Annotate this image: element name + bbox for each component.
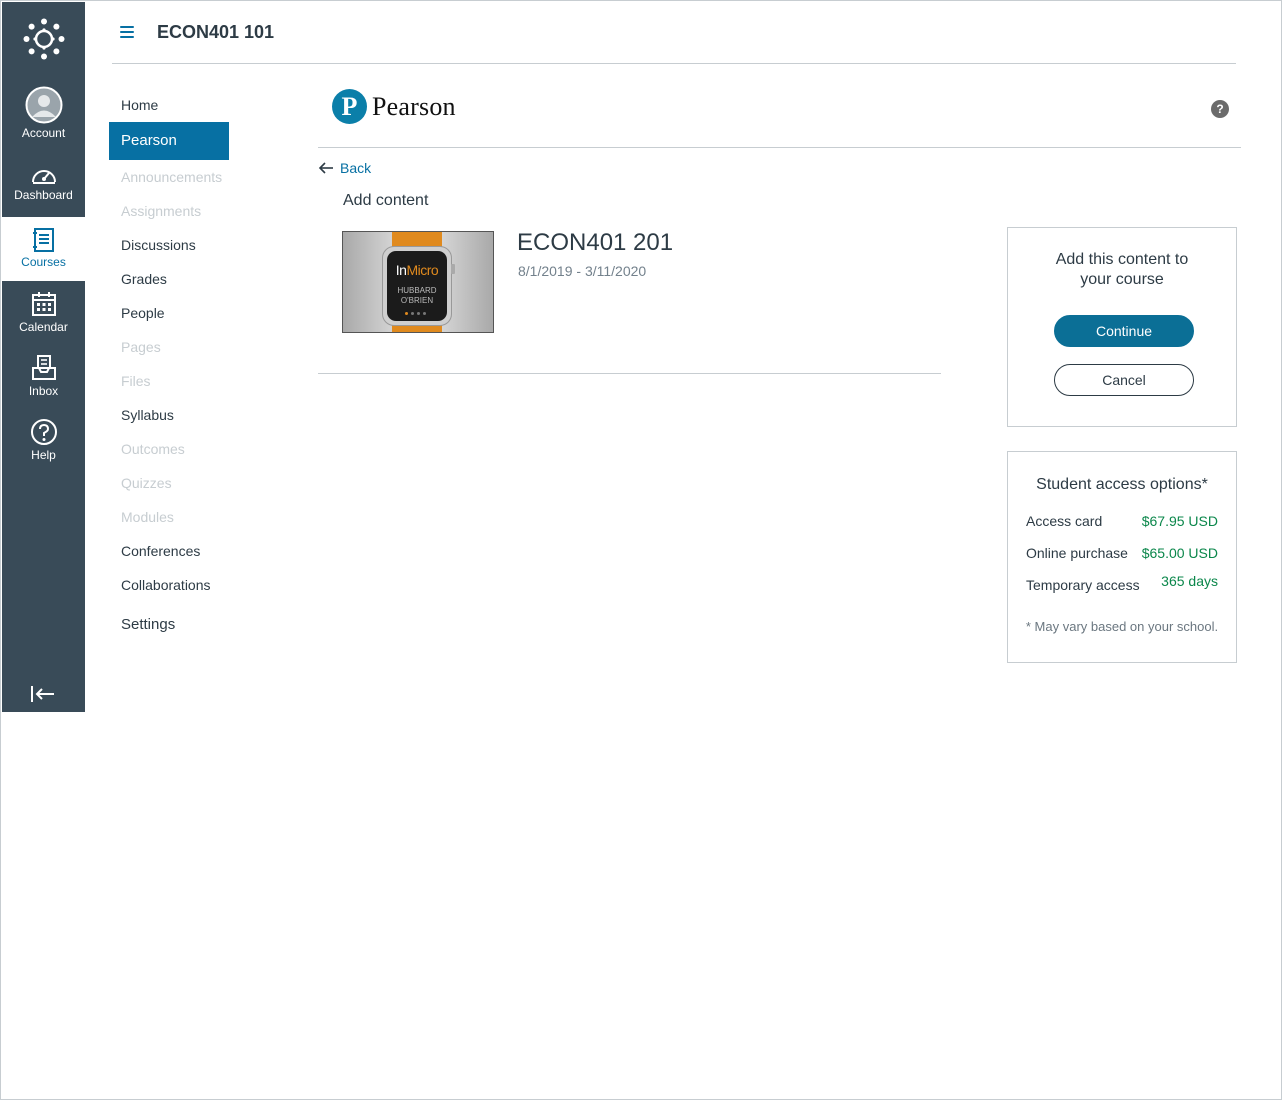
add-panel-title: Add this content to your course [1055,251,1189,288]
cover-authors: HUBBARD O'BRIEN [387,286,447,306]
watch-crown [451,264,455,274]
global-nav-account[interactable]: Account [2,86,85,140]
cover-brand-micro: Micro [406,262,439,278]
course-nav-outcomes: Outcomes [121,441,185,457]
course-nav-pages: Pages [121,339,161,355]
global-nav-courses[interactable]: Courses [2,217,85,281]
cover-brand: InMicro [387,262,447,278]
help-icon [30,419,57,445]
product-title: ECON401 201 [517,229,674,256]
continue-button[interactable]: Continue [1054,315,1194,347]
access-row-value: $65.00 USD [1141,545,1218,561]
student-access-panel: Student access options* Access card $67.… [1007,451,1237,663]
dashboard-icon [31,170,56,184]
course-nav-people[interactable]: People [109,296,229,330]
global-nav: Account Dashboard Courses Calendar Inbox… [2,2,85,712]
global-nav-label: Calendar [19,320,68,334]
hamburger-menu-icon[interactable] [120,26,134,38]
access-row-value: 365 days [1161,573,1218,589]
course-nav-settings[interactable]: Settings [109,608,229,642]
course-nav-modules: Modules [121,509,174,525]
pearson-logo-letter: P [341,92,358,121]
global-nav-label: Courses [21,255,66,269]
cancel-button[interactable]: Cancel [1054,364,1194,396]
course-nav-assignments: Assignments [121,203,202,219]
canvas-logo-icon[interactable] [23,18,65,60]
global-nav-dashboard[interactable]: Dashboard [2,164,85,202]
global-nav-label: Inbox [28,384,59,398]
pearson-header: P Pearson ? [318,84,1241,148]
cover-author-1: HUBBARD [397,286,437,295]
product-cover-image: InMicro HUBBARD O'BRIEN [342,231,494,333]
course-title: ECON401 101 [157,22,275,42]
cover-page-dots [405,312,426,315]
access-row-label: Online purchase [1026,545,1128,561]
access-row-value: $67.95 USD [1141,513,1218,529]
global-nav-inbox[interactable]: Inbox [2,354,85,398]
arrow-left-icon [318,162,333,174]
course-nav-syllabus[interactable]: Syllabus [109,398,229,432]
course-nav-pearson[interactable]: Pearson [109,122,229,160]
add-content-panel: Add this content to your course Continue… [1007,227,1237,427]
global-nav-calendar[interactable]: Calendar [2,290,85,334]
global-nav-help[interactable]: Help [2,418,85,462]
cover-author-2: O'BRIEN [400,296,434,305]
courses-icon [32,228,54,252]
course-header: ECON401 101 [112,0,1236,64]
add-content-heading: Add content [343,192,429,209]
global-nav-label: Account [21,126,66,140]
product-dates: 8/1/2019 - 3/11/2020 [518,263,647,279]
course-nav-quizzes: Quizzes [121,475,172,491]
pearson-logo-icon: P [332,89,367,124]
course-nav-grades[interactable]: Grades [109,262,229,296]
back-link[interactable]: Back [318,160,371,176]
access-row: Online purchase $65.00 USD [1026,545,1218,561]
calendar-icon [31,292,56,316]
content-divider [318,373,941,374]
access-panel-title: Student access options* [1036,476,1208,493]
course-nav-announcements: Announcements [121,169,223,185]
access-footnote: * May vary based on your school. [1025,619,1219,634]
access-row: Access card $67.95 USD [1026,513,1218,529]
inbox-icon [31,355,56,380]
access-row: Temporary access 365 days [1026,573,1218,593]
course-nav-collaborations[interactable]: Collaborations [109,568,229,602]
question-help-icon[interactable]: ? [1211,100,1229,118]
collapse-nav-icon[interactable] [30,684,56,704]
pearson-brand-name: Pearson [372,92,456,121]
access-row-label: Access card [1026,513,1103,529]
global-nav-label: Dashboard [14,188,73,202]
course-nav: Home Pearson Announcements Assignments D… [109,88,229,642]
course-nav-conferences[interactable]: Conferences [109,534,229,568]
access-row-label: Temporary access [1026,577,1140,593]
global-nav-label: Help [31,448,56,462]
avatar-icon [25,86,62,124]
back-label: Back [340,160,372,176]
course-nav-discussions[interactable]: Discussions [109,228,229,262]
course-nav-home[interactable]: Home [109,88,229,122]
cover-brand-in: In [395,262,407,278]
course-nav-files: Files [121,373,151,389]
